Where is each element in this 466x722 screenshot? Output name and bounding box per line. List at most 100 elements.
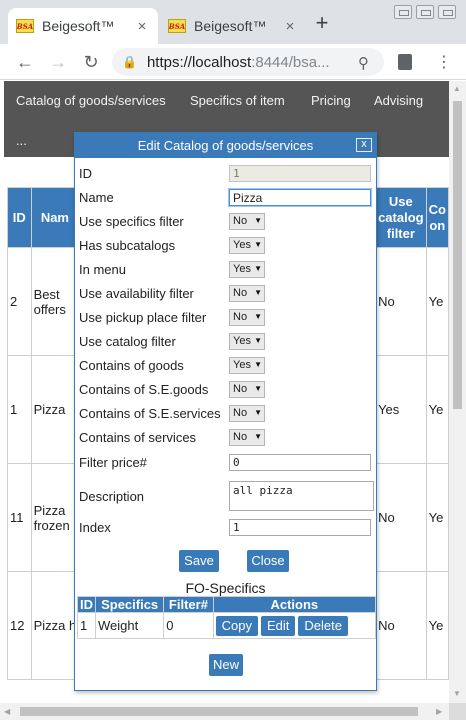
field-label: Contains of goods bbox=[79, 358, 184, 373]
cell-catalog-filter: No bbox=[375, 571, 427, 680]
col-use-catalog-filter: Use catalog filter bbox=[375, 187, 427, 248]
field-label: Use pickup place filter bbox=[79, 310, 207, 325]
field-label: Filter price# bbox=[79, 455, 147, 470]
nav-advising[interactable]: Advising bbox=[374, 93, 423, 108]
cell-catalog-filter: No bbox=[375, 463, 427, 572]
cell-contains: Ye bbox=[425, 355, 449, 464]
browser-toolbar: ← → ↻ 🔒 https://localhost:8444/bsa... ⚲ … bbox=[0, 44, 466, 80]
vertical-scrollbar[interactable]: ▲ ▼ bbox=[449, 81, 466, 703]
field-label: Description bbox=[79, 489, 145, 504]
field-label: Contains of S.E.goods bbox=[79, 382, 209, 397]
contains-se-services-select[interactable]: No bbox=[229, 405, 265, 422]
horizontal-scroll-thumb[interactable] bbox=[20, 707, 418, 716]
forward-arrow-icon[interactable]: → bbox=[46, 50, 70, 74]
col-id: ID bbox=[77, 596, 96, 613]
cell-specifics: Weight bbox=[94, 612, 165, 639]
col-name: Nam bbox=[30, 187, 80, 248]
field-row-id: ID 1 bbox=[79, 163, 371, 185]
edit-catalog-dialog: Edit Catalog of goods/services x ID 1 Na… bbox=[74, 132, 377, 691]
dialog-title: Edit Catalog of goods/services bbox=[137, 138, 314, 153]
tab-close-icon[interactable]: × bbox=[282, 18, 298, 35]
edit-button[interactable]: Edit bbox=[260, 615, 296, 636]
field-row-use-pickup-place-filter: Use pickup place filter No bbox=[79, 307, 371, 329]
nav-catalog[interactable]: Catalog of goods/services bbox=[16, 93, 166, 108]
use-specifics-filter-select[interactable]: No bbox=[229, 213, 265, 230]
field-label: Has subcatalogs bbox=[79, 238, 176, 253]
in-menu-select[interactable]: Yes bbox=[229, 261, 265, 278]
beigesoft-favicon-icon: BSA bbox=[168, 19, 186, 33]
field-label: ID bbox=[79, 166, 92, 181]
field-row-in-menu: In menu Yes bbox=[79, 259, 371, 281]
description-textarea[interactable]: all pizza bbox=[229, 481, 374, 511]
field-label: Contains of S.E.services bbox=[79, 406, 221, 421]
field-row-has-subcatalogs: Has subcatalogs Yes bbox=[79, 235, 371, 257]
col-actions: Actions bbox=[212, 596, 377, 613]
scroll-right-icon[interactable]: ▶ bbox=[436, 707, 442, 716]
cell-name: Pizza bbox=[30, 355, 80, 464]
index-field[interactable]: 1 bbox=[229, 519, 371, 536]
vertical-scroll-thumb[interactable] bbox=[453, 101, 462, 409]
url-host: https://localhost bbox=[146, 53, 252, 71]
reload-icon[interactable]: ↻ bbox=[79, 50, 103, 74]
contains-se-goods-select[interactable]: No bbox=[229, 381, 265, 398]
field-row-name: Name Pizza bbox=[79, 187, 371, 209]
field-label: Contains of services bbox=[79, 430, 197, 445]
browser-tab-active[interactable]: BSA Beigesoft™ × bbox=[8, 8, 158, 44]
copy-button[interactable]: Copy bbox=[215, 615, 258, 636]
filter-price-field[interactable]: 0 bbox=[229, 454, 371, 471]
nav-pricing[interactable]: Pricing bbox=[311, 93, 351, 108]
window-maximize-button[interactable] bbox=[416, 5, 434, 19]
horizontal-scrollbar[interactable]: ◀ ▶ bbox=[0, 703, 449, 720]
use-availability-filter-select[interactable]: No bbox=[229, 285, 265, 302]
cell-filter: 0 bbox=[163, 612, 214, 639]
beigesoft-favicon-icon: BSA bbox=[16, 19, 34, 33]
use-catalog-filter-select[interactable]: Yes bbox=[229, 333, 265, 350]
field-row-index: Index 1 bbox=[79, 517, 371, 539]
cell-name: Best offers bbox=[30, 247, 80, 356]
scroll-left-icon[interactable]: ◀ bbox=[4, 707, 10, 716]
new-tab-icon[interactable]: + bbox=[310, 12, 334, 36]
field-row-contains-se-services: Contains of S.E.services No bbox=[79, 403, 371, 425]
use-pickup-place-filter-select[interactable]: No bbox=[229, 309, 265, 326]
cell-contains: Ye bbox=[425, 247, 449, 356]
tab-title: Beigesoft™ bbox=[194, 18, 267, 34]
lock-icon: 🔒 bbox=[122, 55, 137, 69]
scroll-down-icon[interactable]: ▼ bbox=[453, 689, 461, 698]
table-row: 1 Weight 0 Copy Edit Delete bbox=[77, 612, 377, 639]
field-row-contains-se-goods: Contains of S.E.goods No bbox=[79, 379, 371, 401]
dialog-header: Edit Catalog of goods/services x bbox=[75, 133, 376, 158]
scrollbar-corner bbox=[449, 703, 466, 720]
zoom-icon[interactable]: ⚲ bbox=[358, 54, 369, 72]
browser-menu-icon[interactable]: ⋮ bbox=[436, 52, 452, 72]
has-subcatalogs-select[interactable]: Yes bbox=[229, 237, 265, 254]
cell-id: 1 bbox=[7, 355, 32, 464]
new-button[interactable]: New bbox=[209, 654, 243, 676]
nav-more[interactable]: ... bbox=[16, 133, 27, 148]
tab-title: Beigesoft™ bbox=[42, 18, 115, 34]
nav-specifics[interactable]: Specifics of item bbox=[190, 93, 285, 108]
contains-goods-select[interactable]: Yes bbox=[229, 357, 265, 374]
field-label: Use availability filter bbox=[79, 286, 194, 301]
cell-contains: Ye bbox=[425, 571, 449, 680]
cell-name: Pizza h bbox=[30, 571, 80, 680]
contains-services-select[interactable]: No bbox=[229, 429, 265, 446]
address-bar[interactable]: 🔒 https://localhost:8444/bsa... bbox=[112, 48, 384, 76]
extension-icon[interactable] bbox=[398, 54, 412, 70]
cell-catalog-filter: No bbox=[375, 247, 427, 356]
scroll-up-icon[interactable]: ▲ bbox=[453, 84, 461, 93]
back-arrow-icon[interactable]: ← bbox=[13, 50, 37, 74]
name-field[interactable]: Pizza bbox=[229, 189, 371, 206]
col-contains: Co on bbox=[425, 187, 449, 248]
tab-close-icon[interactable]: × bbox=[134, 18, 150, 35]
close-button[interactable]: Close bbox=[247, 550, 289, 572]
delete-button[interactable]: Delete bbox=[298, 615, 348, 636]
window-close-button[interactable] bbox=[438, 5, 456, 19]
dialog-close-icon[interactable]: x bbox=[356, 138, 372, 152]
window-minimize-button[interactable] bbox=[394, 5, 412, 19]
browser-tab-inactive[interactable]: BSA Beigesoft™ × bbox=[160, 8, 306, 44]
field-row-contains-goods: Contains of goods Yes bbox=[79, 355, 371, 377]
field-row-use-specifics-filter: Use specifics filter No bbox=[79, 211, 371, 233]
col-specifics: Specifics bbox=[94, 596, 165, 613]
cell-actions: Copy Edit Delete bbox=[212, 612, 377, 639]
save-button[interactable]: Save bbox=[179, 550, 219, 572]
